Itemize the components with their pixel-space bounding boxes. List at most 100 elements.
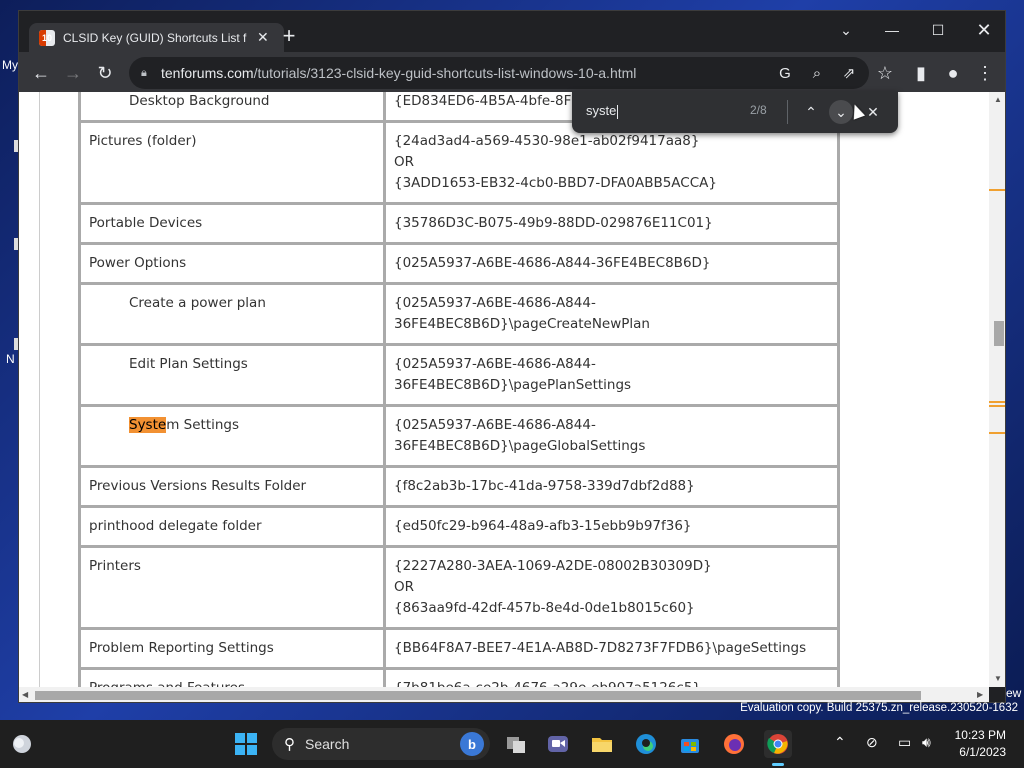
tab-search-chevron-icon[interactable]: ⌄: [823, 15, 869, 45]
scroll-right-icon[interactable]: ▶: [977, 690, 983, 699]
bing-icon[interactable]: b: [460, 732, 484, 756]
browser-tab[interactable]: 10 CLSID Key (GUID) Shortcuts List f ✕: [29, 23, 284, 52]
share-icon[interactable]: ⇗: [839, 63, 859, 83]
clsid-key-cell: {025A5937-A6BE-4686-A844-36FE4BEC8B6D}\p…: [383, 343, 840, 407]
name-text: Portable Devices: [89, 215, 203, 231]
widgets-weather-icon[interactable]: [8, 730, 36, 758]
chrome-icon[interactable]: [764, 730, 792, 766]
tab-close-icon[interactable]: ✕: [257, 29, 269, 46]
name-text: printhood delegate folder: [89, 518, 262, 534]
clsid-key-cell: {025A5937-A6BE-4686-A844-36FE4BEC8B6D}: [383, 242, 840, 285]
clsid-name-cell: Desktop Background: [78, 92, 386, 123]
clsid-key-cell: {2227A280-3AEA-1069-A2DE-08002B30309D} OR…: [383, 545, 840, 630]
guid-text: {7b81be6a-ce2b-4676-a29e-eb907a5126c5}: [394, 678, 829, 687]
guid-text: {025A5937-A6BE-4686-A844-36FE4BEC8B6D}: [394, 255, 711, 271]
scroll-up-icon[interactable]: ▲: [994, 95, 1002, 104]
clsid-name-cell: Printers: [78, 545, 386, 630]
menu-kebab-icon[interactable]: ⋮: [971, 59, 999, 87]
desktop-label-n: N: [6, 352, 15, 366]
teams-chat-icon[interactable]: [544, 730, 572, 758]
clsid-table: Desktop Background {ED834ED6-4B5A-4bfe-8F…: [78, 92, 840, 687]
address-bar[interactable]: 🔒︎ tenforums.com/tutorials/3123-clsid-ke…: [129, 57, 869, 89]
system-clock[interactable]: 10:23 PM 6/1/2023: [955, 727, 1006, 761]
page-viewport: Desktop Background {ED834ED6-4B5A-4bfe-8F…: [19, 92, 989, 687]
clsid-name-cell: Problem Reporting Settings: [78, 627, 386, 670]
search-icon: ⚲: [284, 736, 295, 753]
name-text: Desktop Background: [129, 93, 270, 109]
forward-button[interactable]: →: [59, 59, 87, 87]
name-text: Printers: [89, 558, 141, 574]
url-host: tenforums.com: [161, 65, 254, 81]
find-input[interactable]: syste: [586, 103, 618, 119]
guid-text: OR: [394, 154, 415, 170]
clsid-key-cell: {ed50fc29-b964-48a9-afb3-15ebb9b97f36}: [383, 505, 840, 548]
find-match-count: 2/8: [750, 103, 767, 117]
search-label: Search: [305, 736, 350, 752]
edge-icon[interactable]: [632, 730, 660, 758]
google-lens-icon[interactable]: G: [775, 63, 795, 83]
find-previous-chevron-up-icon[interactable]: ⌃: [799, 100, 823, 124]
clsid-key-cell: {025A5937-A6BE-4686-A844- 36FE4BEC8B6D}\p…: [383, 282, 840, 346]
microsoft-store-icon[interactable]: [676, 730, 704, 758]
guid-text: {3ADD1653-EB32-4cb0-BBD7-DFA0ABB5ACCA}: [394, 175, 717, 191]
show-hidden-icons-chevron-icon[interactable]: ⌃: [834, 734, 846, 751]
lock-icon[interactable]: 🔒︎: [141, 67, 153, 80]
new-tab-button[interactable]: +: [277, 25, 301, 49]
reload-button[interactable]: ↻: [91, 59, 119, 87]
taskbar-search-box[interactable]: ⚲ Search b: [272, 728, 490, 760]
url-path: /tutorials/3123-clsid-key-guid-shortcuts…: [253, 65, 637, 81]
find-match-marker: [989, 401, 1005, 403]
find-in-page-icon[interactable]: ⌕: [807, 63, 827, 83]
tab-strip: 10 CLSID Key (GUID) Shortcuts List f ✕ +…: [19, 11, 1005, 52]
network-disconnected-icon[interactable]: ⊘: [866, 734, 878, 751]
clock-date: 6/1/2023: [959, 745, 1006, 759]
clock-time: 10:23 PM: [954, 728, 1006, 742]
table-row: Power Options {025A5937-A6BE-4686-A844-36…: [78, 242, 840, 285]
find-next-chevron-down-icon[interactable]: ⌄: [829, 100, 853, 124]
table-row: Pictures (folder) {24ad3ad4-a569-4530-98e…: [78, 120, 840, 205]
back-button[interactable]: ←: [27, 59, 55, 87]
bookmark-star-icon[interactable]: ☆: [871, 59, 899, 87]
file-explorer-icon[interactable]: [588, 730, 616, 758]
profile-icon[interactable]: ●: [939, 59, 967, 87]
display-icon[interactable]: ▭: [898, 734, 911, 751]
clsid-name-cell: Previous Versions Results Folder: [78, 465, 386, 508]
scroll-down-icon[interactable]: ▼: [994, 674, 1002, 683]
table-row: Printers {2227A280-3AEA-1069-A2DE-08002B3…: [78, 545, 840, 630]
guid-text: 36FE4BEC8B6D}\pageCreateNewPlan: [394, 316, 650, 332]
horizontal-scrollbar[interactable]: ◀ ▶: [19, 687, 989, 702]
clsid-key-cell: {025A5937-A6BE-4686-A844-36FE4BEC8B6D}\p…: [383, 404, 840, 468]
clsid-key-cell: {f8c2ab3b-17bc-41da-9758-339d7dbf2d88}: [383, 465, 840, 508]
clsid-key-cell: {35786D3C-B075-49b9-88DD-029876E11C01}: [383, 202, 840, 245]
vertical-scrollbar[interactable]: ▲ ▼: [989, 92, 1005, 687]
table-row: Previous Versions Results Folder {f8c2ab3…: [78, 465, 840, 508]
volume-icon[interactable]: 🔊︎: [922, 734, 931, 751]
clsid-name-cell: System Settings: [78, 404, 386, 468]
close-window-button[interactable]: ✕: [961, 15, 1005, 45]
guid-text: {863aa9fd-42df-457b-8e4d-0de1b8015c60}: [394, 600, 695, 616]
scroll-thumb[interactable]: [994, 321, 1004, 346]
guid-text: {f8c2ab3b-17bc-41da-9758-339d7dbf2d88}: [394, 478, 695, 494]
name-text: Programs and Features: [89, 680, 245, 687]
guid-text: {BB64F8A7-BEE7-4E1A-AB8D-7D8273F7FDB6}\p…: [394, 640, 807, 656]
find-close-icon[interactable]: ✕: [861, 100, 885, 124]
tab-title: CLSID Key (GUID) Shortcuts List f: [63, 30, 247, 45]
active-app-indicator: [772, 763, 784, 766]
guid-text: {025A5937-A6BE-4686-A844-: [394, 295, 596, 311]
name-text: Problem Reporting Settings: [89, 640, 274, 656]
maximize-button[interactable]: ☐: [915, 15, 961, 45]
scroll-left-icon[interactable]: ◀: [22, 690, 28, 699]
browser-toolbar: ← → ↻ 🔒︎ tenforums.com/tutorials/3123-cl…: [19, 52, 1005, 92]
firefox-icon[interactable]: [720, 730, 748, 758]
horizontal-scroll-thumb[interactable]: [35, 691, 921, 700]
clsid-key-cell: {7b81be6a-ce2b-4676-a29e-eb907a5126c5}: [383, 667, 840, 687]
side-panel-icon[interactable]: ▮: [907, 59, 935, 87]
guid-text: OR: [394, 579, 415, 595]
task-view-icon[interactable]: [502, 730, 530, 758]
minimize-button[interactable]: —: [869, 15, 915, 45]
name-text: Power Options: [89, 255, 187, 271]
table-row: System Settings {025A5937-A6BE-4686-A844-…: [78, 404, 840, 468]
start-windows-icon[interactable]: [232, 730, 260, 758]
name-text: Pictures (folder): [89, 133, 197, 149]
clsid-name-cell: Programs and Features: [78, 667, 386, 687]
